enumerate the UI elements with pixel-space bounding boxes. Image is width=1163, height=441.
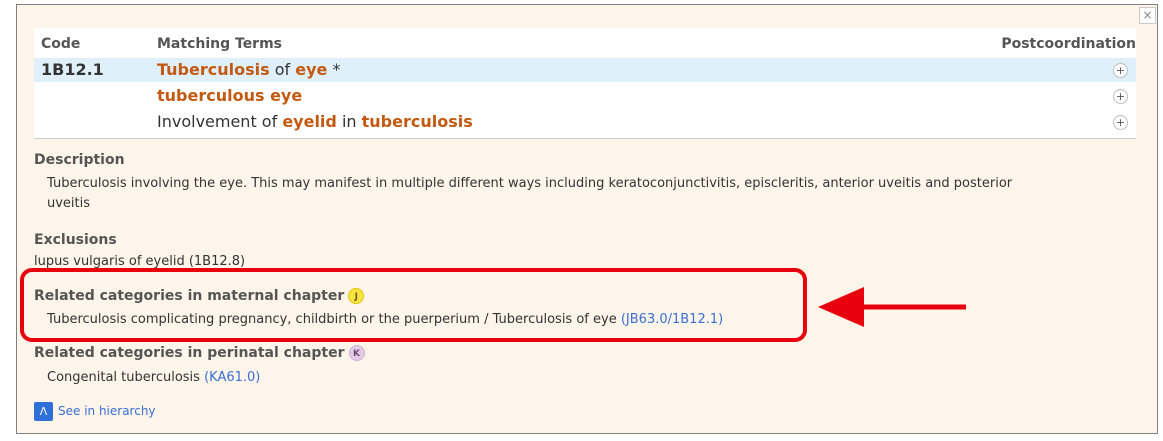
column-header-postcoordination: Postcoordination	[1001, 36, 1136, 52]
column-header-code: Code	[41, 36, 81, 52]
annotation-arrow	[818, 287, 966, 327]
column-header-matching-terms: Matching Terms	[157, 36, 283, 52]
table-row[interactable]: Involvement of eyelid in tuberculosis +	[34, 110, 1136, 134]
table-row[interactable]: tuberculous eye +	[34, 84, 1136, 108]
see-in-hierarchy-link[interactable]: Λ See in hierarchy	[34, 402, 156, 421]
entity-code: 1B12.1	[41, 60, 104, 79]
description-title: Description	[34, 152, 125, 168]
chapter-k-badge: K	[348, 345, 365, 361]
annotation-highlight-box	[20, 268, 807, 342]
matching-term[interactable]: Involvement of eyelid in tuberculosis	[157, 112, 473, 131]
add-postcoordination-icon[interactable]: +	[1113, 63, 1128, 78]
matching-term[interactable]: Tuberculosis of eye *	[157, 60, 340, 79]
perinatal-chapter-title: Related categories in perinatal chapter K	[34, 345, 365, 361]
matching-terms-table: Code Matching Terms Postcoordination 1B1…	[34, 28, 1136, 139]
add-postcoordination-icon[interactable]: +	[1113, 115, 1128, 130]
matching-term[interactable]: tuberculous eye	[157, 86, 302, 105]
description-text: Tuberculosis involving the eye. This may…	[47, 176, 1013, 211]
hierarchy-icon: Λ	[34, 402, 53, 421]
table-row[interactable]: 1B12.1 Tuberculosis of eye * +	[34, 58, 1136, 82]
close-icon[interactable]: ×	[1139, 7, 1156, 24]
add-postcoordination-icon[interactable]: +	[1113, 89, 1128, 104]
perinatal-code-link[interactable]: (KA61.0)	[204, 370, 260, 385]
perinatal-related-category[interactable]: Congenital tuberculosis (KA61.0)	[47, 368, 260, 388]
exclusions-title: Exclusions	[34, 232, 117, 248]
